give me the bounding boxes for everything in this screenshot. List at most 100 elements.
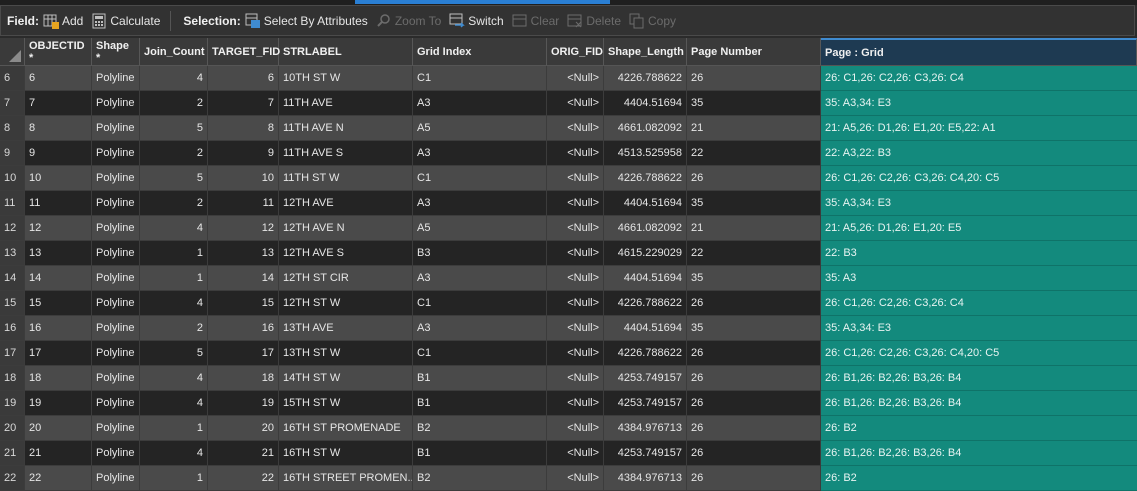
table-cell[interactable]: 5 [140, 116, 208, 141]
table-cell[interactable]: <Null> [547, 91, 604, 116]
table-cell[interactable]: 22 [687, 241, 821, 266]
table-cell[interactable]: 1 [140, 241, 208, 266]
table-cell[interactable]: 21 [687, 116, 821, 141]
table-cell[interactable]: Polyline [92, 141, 140, 166]
table-cell[interactable]: 13TH ST W [279, 341, 413, 366]
table-cell[interactable]: 1 [140, 466, 208, 491]
table-cell[interactable]: 12 [25, 216, 92, 241]
table-cell[interactable]: 26: B1,26: B2,26: B3,26: B4 [821, 441, 1137, 466]
table-cell[interactable]: C1 [413, 66, 547, 91]
table-cell[interactable]: 26 [687, 441, 821, 466]
table-cell[interactable]: 11TH AVE N [279, 116, 413, 141]
table-cell[interactable]: 4226.788622 [604, 66, 687, 91]
table-cell[interactable]: A3 [413, 191, 547, 216]
column-header[interactable]: Page Number [687, 38, 821, 65]
column-header[interactable]: Grid Index [413, 38, 547, 65]
table-cell[interactable]: 16 [25, 316, 92, 341]
table-cell[interactable]: 4253.749157 [604, 391, 687, 416]
row-number-cell[interactable]: 12 [0, 216, 25, 241]
table-cell[interactable]: <Null> [547, 316, 604, 341]
zoom-to-button[interactable]: Zoom To [376, 13, 441, 29]
table-cell[interactable]: 26: C1,26: C2,26: C3,26: C4 [821, 291, 1137, 316]
table-cell[interactable]: 2 [140, 141, 208, 166]
table-cell[interactable]: 16TH STREET PROMEN... [279, 466, 413, 491]
clear-selection-button[interactable]: Clear [512, 13, 559, 29]
table-cell[interactable]: <Null> [547, 466, 604, 491]
table-cell[interactable]: 7 [25, 91, 92, 116]
table-cell[interactable]: 26 [687, 341, 821, 366]
column-header[interactable]: Join_Count [140, 38, 208, 65]
table-cell[interactable]: 22: B3 [821, 241, 1137, 266]
table-cell[interactable]: Polyline [92, 91, 140, 116]
table-cell[interactable]: 1 [140, 416, 208, 441]
table-cell[interactable]: 19 [208, 391, 279, 416]
table-cell[interactable]: 6 [208, 66, 279, 91]
table-cell[interactable]: 13TH AVE [279, 316, 413, 341]
table-cell[interactable]: <Null> [547, 266, 604, 291]
table-cell[interactable]: 9 [208, 141, 279, 166]
table-cell[interactable]: Polyline [92, 241, 140, 266]
table-cell[interactable]: <Null> [547, 166, 604, 191]
table-cell[interactable]: 10TH ST W [279, 66, 413, 91]
table-cell[interactable]: 13 [208, 241, 279, 266]
table-cell[interactable]: 5 [140, 341, 208, 366]
row-number-cell[interactable]: 21 [0, 441, 25, 466]
table-cell[interactable]: C1 [413, 291, 547, 316]
table-cell[interactable]: 4384.976713 [604, 416, 687, 441]
column-header[interactable]: ORIG_FID [547, 38, 604, 65]
table-cell[interactable]: <Null> [547, 216, 604, 241]
table-cell[interactable]: 26: C1,26: C2,26: C3,26: C4,20: C5 [821, 166, 1137, 191]
table-row[interactable]: 7 7 Polyline 2 7 11TH AVE A3 <Null> 4404.51694 35… [0, 91, 1137, 116]
table-cell[interactable]: 4 [140, 391, 208, 416]
table-cell[interactable]: Polyline [92, 341, 140, 366]
table-cell[interactable]: 16TH ST W [279, 441, 413, 466]
table-cell[interactable]: 21 [208, 441, 279, 466]
table-cell[interactable]: A3 [413, 141, 547, 166]
table-cell[interactable]: 26 [687, 291, 821, 316]
row-number-cell[interactable]: 18 [0, 366, 25, 391]
table-cell[interactable]: Polyline [92, 66, 140, 91]
table-row[interactable]: 6 6 Polyline 4 6 10TH ST W C1 <Null> 4226.788622… [0, 66, 1137, 91]
table-cell[interactable]: 4226.788622 [604, 341, 687, 366]
table-cell[interactable]: 4253.749157 [604, 366, 687, 391]
table-cell[interactable]: Polyline [92, 116, 140, 141]
table-cell[interactable]: A5 [413, 116, 547, 141]
table-cell[interactable]: 19 [25, 391, 92, 416]
table-row[interactable]: 21 21 Polyline 4 21 16TH ST W B1 <Null> 4253.749… [0, 441, 1137, 466]
select-by-attributes-button[interactable]: Select By Attributes [245, 13, 368, 29]
row-number-cell[interactable]: 9 [0, 141, 25, 166]
table-cell[interactable]: <Null> [547, 391, 604, 416]
table-cell[interactable]: 8 [208, 116, 279, 141]
table-cell[interactable]: B1 [413, 441, 547, 466]
table-cell[interactable]: 17 [25, 341, 92, 366]
table-cell[interactable]: 14TH ST W [279, 366, 413, 391]
table-cell[interactable]: 35: A3,34: E3 [821, 316, 1137, 341]
copy-selection-button[interactable]: Copy [629, 13, 676, 29]
table-cell[interactable]: B2 [413, 416, 547, 441]
table-cell[interactable]: 21 [687, 216, 821, 241]
column-header[interactable]: STRLABEL [279, 38, 413, 65]
table-cell[interactable]: 26 [687, 391, 821, 416]
row-number-cell[interactable]: 11 [0, 191, 25, 216]
row-number-cell[interactable]: 16 [0, 316, 25, 341]
table-cell[interactable]: 15TH ST W [279, 391, 413, 416]
column-header[interactable]: OBJECTID * [25, 38, 92, 65]
switch-selection-button[interactable]: Switch [449, 13, 504, 29]
table-cell[interactable]: 12 [208, 216, 279, 241]
table-cell[interactable]: 11TH AVE [279, 91, 413, 116]
table-cell[interactable]: 4513.525958 [604, 141, 687, 166]
table-cell[interactable]: C1 [413, 166, 547, 191]
row-number-cell[interactable]: 7 [0, 91, 25, 116]
table-cell[interactable]: 26: B1,26: B2,26: B3,26: B4 [821, 391, 1137, 416]
table-cell[interactable]: 35 [687, 191, 821, 216]
table-cell[interactable]: 4253.749157 [604, 441, 687, 466]
table-cell[interactable]: 21: A5,26: D1,26: E1,20: E5 [821, 216, 1137, 241]
table-cell[interactable]: Polyline [92, 166, 140, 191]
table-cell[interactable]: 11TH ST W [279, 166, 413, 191]
table-cell[interactable]: 21: A5,26: D1,26: E1,20: E5,22: A1 [821, 116, 1137, 141]
table-cell[interactable]: 2 [140, 91, 208, 116]
table-row[interactable]: 18 18 Polyline 4 18 14TH ST W B1 <Null> 4253.749… [0, 366, 1137, 391]
table-cell[interactable]: A3 [413, 266, 547, 291]
table-cell[interactable]: 4661.082092 [604, 116, 687, 141]
table-cell[interactable]: 20 [208, 416, 279, 441]
